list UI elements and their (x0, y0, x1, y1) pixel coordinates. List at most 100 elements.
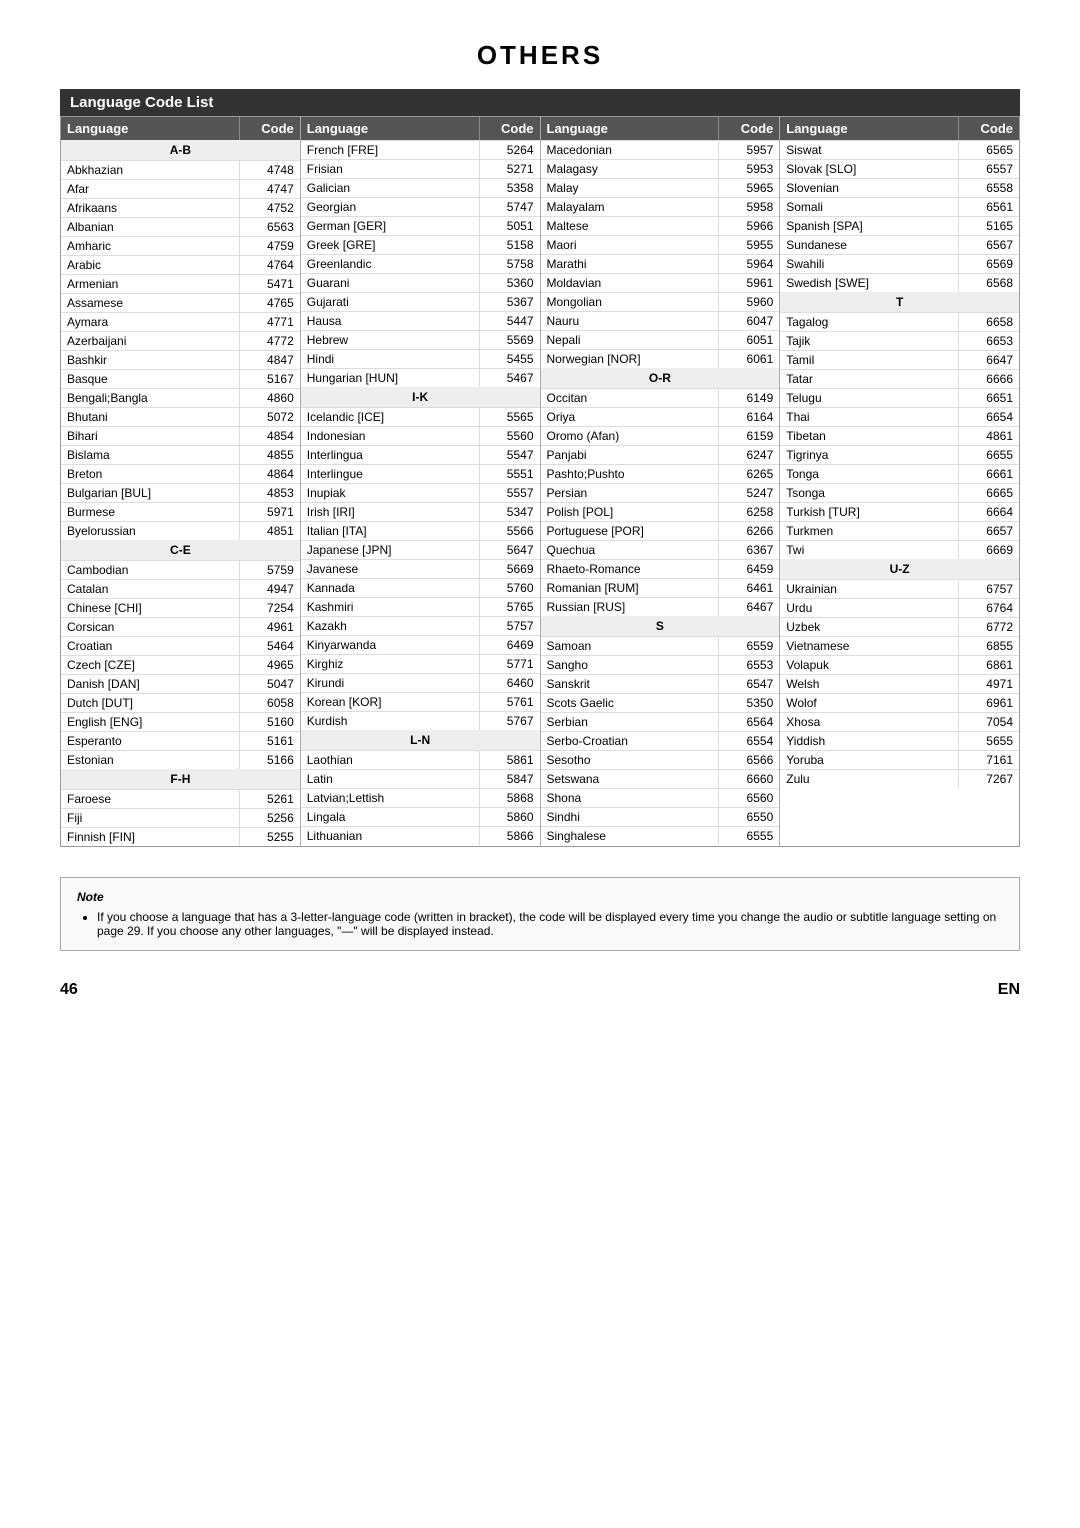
lang-row: Esperanto5161 (61, 731, 300, 750)
lang-row: Afar4747 (61, 179, 300, 198)
lang-code: 5655 (959, 732, 1019, 750)
lang-name: Galician (301, 179, 480, 197)
lang-name: Macedonian (541, 141, 720, 159)
lang-name: Tsonga (780, 484, 959, 502)
col-header-lang-2: Language (541, 117, 720, 140)
section-header-0-2: F-H (61, 769, 300, 789)
lang-row: Tsonga6665 (780, 483, 1019, 502)
lang-row: Frisian5271 (301, 159, 540, 178)
lang-code: 4965 (240, 656, 300, 674)
lang-name: Japanese [JPN] (301, 541, 480, 559)
lang-code: 6661 (959, 465, 1019, 483)
lang-name: Nauru (541, 312, 720, 330)
lang-name: Sanskrit (541, 675, 720, 693)
lang-name: Vietnamese (780, 637, 959, 655)
lang-name: Persian (541, 484, 720, 502)
lang-row: Kazakh5757 (301, 616, 540, 635)
lang-code: 5760 (480, 579, 540, 597)
lang-code: 5966 (719, 217, 779, 235)
language-table: LanguageCodeA-BAbkhazian4748Afar4747Afri… (60, 116, 1020, 847)
lang-name: Shona (541, 789, 720, 807)
lang-name: Georgian (301, 198, 480, 216)
lang-row: Azerbaijani4772 (61, 331, 300, 350)
lang-code: 5167 (240, 370, 300, 388)
col-header-code-2: Code (719, 117, 779, 140)
lang-row: Ukrainian6757 (780, 579, 1019, 598)
lang-row: Singhalese6555 (541, 826, 780, 845)
section-header-0-0: A-B (61, 140, 300, 160)
lang-name: Zulu (780, 770, 959, 788)
lang-code: 5467 (480, 369, 540, 387)
lang-row: Fiji5256 (61, 808, 300, 827)
lang-name: Slovenian (780, 179, 959, 197)
lang-row: Maltese5966 (541, 216, 780, 235)
lang-name: Tagalog (780, 313, 959, 331)
column-1: LanguageCodeFrench [FRE]5264Frisian5271G… (301, 117, 541, 846)
lang-name: Kazakh (301, 617, 480, 635)
lang-code: 5160 (240, 713, 300, 731)
lang-row: Czech [CZE]4965 (61, 655, 300, 674)
lang-row: Bislama4855 (61, 445, 300, 464)
lang-code: 6558 (959, 179, 1019, 197)
lang-code: 5866 (480, 827, 540, 845)
lang-name: Malay (541, 179, 720, 197)
lang-row: Indonesian5560 (301, 426, 540, 445)
lang-code: 5647 (480, 541, 540, 559)
lang-name: Amharic (61, 237, 240, 255)
lang-code: 4854 (240, 427, 300, 445)
page-container: OTHERS Language Code List LanguageCodeA-… (40, 0, 1040, 1039)
lang-row: Korean [KOR]5761 (301, 692, 540, 711)
lang-code: 6051 (719, 331, 779, 349)
lang-name: German [GER] (301, 217, 480, 235)
lang-code: 6555 (719, 827, 779, 845)
lang-row: Oromo (Afan)6159 (541, 426, 780, 445)
lang-code: 4748 (240, 161, 300, 179)
lang-name: Estonian (61, 751, 240, 769)
lang-code: 6461 (719, 579, 779, 597)
lang-code: 6654 (959, 408, 1019, 426)
footer: 46 EN (60, 981, 1020, 999)
lang-name: Swedish [SWE] (780, 274, 959, 292)
lang-name: Azerbaijani (61, 332, 240, 350)
lang-row: Hausa5447 (301, 311, 540, 330)
lang-code: 4772 (240, 332, 300, 350)
lang-row: Turkmen6657 (780, 521, 1019, 540)
lang-name: Turkmen (780, 522, 959, 540)
lang-row: Laothian5861 (301, 750, 540, 769)
lang-name: Armenian (61, 275, 240, 293)
lang-code: 5455 (480, 350, 540, 368)
section-header-1-2: L-N (301, 730, 540, 750)
lang-code: 6772 (959, 618, 1019, 636)
lang-name: Gujarati (301, 293, 480, 311)
section-header-1-1: I-K (301, 387, 540, 407)
lang-row: Sindhi6550 (541, 807, 780, 826)
lang-row: Latvian;Lettish5868 (301, 788, 540, 807)
lang-row: Yoruba7161 (780, 750, 1019, 769)
lang-name: Serbo-Croatian (541, 732, 720, 750)
lang-name: Bhutani (61, 408, 240, 426)
lang-code: 5758 (480, 255, 540, 273)
lang-name: Sangho (541, 656, 720, 674)
lang-name: Russian [RUS] (541, 598, 720, 616)
lang-row: German [GER]5051 (301, 216, 540, 235)
lang-code: 5761 (480, 693, 540, 711)
lang-name: Tajik (780, 332, 959, 350)
lang-name: Ukrainian (780, 580, 959, 598)
lang-row: Bhutani5072 (61, 407, 300, 426)
lang-code: 6058 (240, 694, 300, 712)
lang-row: Urdu6764 (780, 598, 1019, 617)
lang-name: Kirghiz (301, 655, 480, 673)
lang-code: 6560 (719, 789, 779, 807)
lang-name: Latvian;Lettish (301, 789, 480, 807)
lang-row: Persian5247 (541, 483, 780, 502)
lang-name: Marathi (541, 255, 720, 273)
lang-name: Greenlandic (301, 255, 480, 273)
lang-code: 6569 (959, 255, 1019, 273)
lang-name: Norwegian [NOR] (541, 350, 720, 368)
lang-name: Tibetan (780, 427, 959, 445)
lang-name: Volapuk (780, 656, 959, 674)
lang-name: Catalan (61, 580, 240, 598)
lang-code: 6469 (480, 636, 540, 654)
lang-name: Wolof (780, 694, 959, 712)
lang-row: Catalan4947 (61, 579, 300, 598)
